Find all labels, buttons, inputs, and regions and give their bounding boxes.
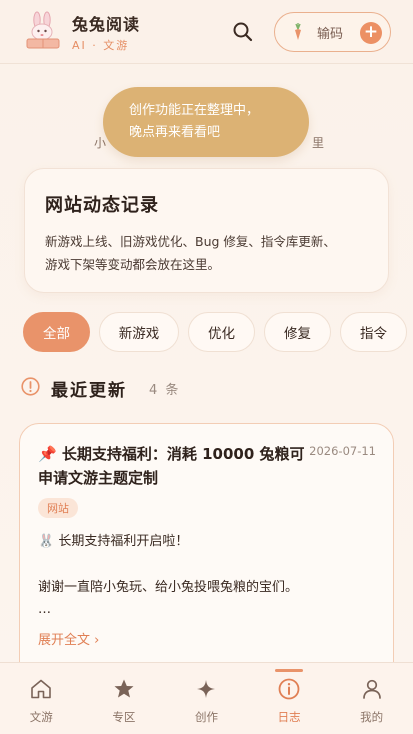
redeem-code-button[interactable]: 输码 + bbox=[274, 12, 391, 52]
bottom-nav: 文游 专区 创作 日志 我的 bbox=[0, 662, 413, 734]
nav-item-me[interactable]: 我的 bbox=[330, 663, 413, 734]
intro-description: 新游戏上线、旧游戏优化、Bug 修复、指令库更新、 游戏下架等变动都会放在这里。 bbox=[45, 230, 368, 276]
section-title: 最近更新 bbox=[51, 381, 127, 401]
intro-desc-line-1: 新游戏上线、旧游戏优化、Bug 修复、指令库更新、 bbox=[45, 234, 336, 249]
redeem-code-label: 输码 bbox=[317, 26, 344, 42]
toast-line-2: 晚点再来看看吧 bbox=[129, 125, 221, 140]
expand-full-text-link[interactable]: 展开全文 › bbox=[38, 629, 375, 648]
carrot-icon bbox=[295, 23, 301, 40]
nav-active-indicator bbox=[275, 669, 304, 672]
nav-item-games[interactable]: 文游 bbox=[0, 663, 83, 734]
nav-item-zone[interactable]: 专区 bbox=[83, 663, 166, 734]
home-icon bbox=[31, 679, 52, 699]
hidden-subtitle-left: 小 bbox=[94, 136, 107, 150]
nav-item-log[interactable]: 日志 bbox=[248, 663, 331, 734]
nav-label-create: 创作 bbox=[194, 710, 218, 724]
nav-label-games: 文游 bbox=[29, 710, 53, 724]
filter-chips: 全部 新游戏 优化 修复 指令 bbox=[23, 312, 407, 352]
brand: 兔兔阅读 AI · 文游 bbox=[72, 11, 140, 53]
filter-chip-all[interactable]: 全部 bbox=[23, 312, 90, 352]
filter-chip-optimize[interactable]: 优化 bbox=[188, 312, 255, 352]
app-header: 兔兔阅读 AI · 文游 输码 + bbox=[0, 0, 413, 64]
post-line-1: 🐰 长期支持福利开启啦！ bbox=[38, 534, 189, 549]
toast-message: 创作功能正在整理中， 晚点再来看看吧 bbox=[103, 87, 309, 157]
section-count: 4 条 bbox=[149, 383, 181, 398]
nav-label-zone: 专区 bbox=[112, 710, 136, 724]
nav-label-log: 日志 bbox=[277, 710, 301, 724]
info-icon bbox=[278, 678, 300, 700]
user-icon bbox=[362, 679, 381, 699]
page: 兔兔阅读 AI · 文游 输码 + 小 里 创作功能正在整理中， 晚点再来看看吧… bbox=[0, 0, 413, 734]
rabbit-logo-icon[interactable] bbox=[22, 11, 64, 53]
post-line-2: 谢谢一直陪小兔玩、给小兔投喂兔粮的宝们。 bbox=[38, 580, 299, 595]
post-ellipsis: … bbox=[38, 602, 51, 617]
post-date: 2026-07-11 bbox=[309, 444, 376, 458]
post-tag: 网站 bbox=[38, 498, 78, 518]
nav-item-create[interactable]: 创作 bbox=[165, 663, 248, 734]
intro-title: 网站动态记录 bbox=[45, 195, 159, 216]
sparkle-icon bbox=[197, 680, 216, 698]
hidden-subtitle-right: 里 bbox=[311, 136, 324, 150]
filter-chip-new-games[interactable]: 新游戏 bbox=[99, 312, 179, 352]
search-icon[interactable] bbox=[231, 20, 255, 44]
intro-card: 网站动态记录 新游戏上线、旧游戏优化、Bug 修复、指令库更新、 游戏下架等变动… bbox=[24, 168, 389, 293]
nav-label-me: 我的 bbox=[360, 710, 384, 724]
intro-desc-line-2: 游戏下架等变动都会放在这里。 bbox=[45, 257, 221, 272]
filter-chip-fix[interactable]: 修复 bbox=[264, 312, 331, 352]
filter-chip-commands[interactable]: 指令 bbox=[340, 312, 407, 352]
plus-icon: + bbox=[360, 22, 382, 44]
brand-subtitle: AI · 文游 bbox=[72, 38, 130, 52]
info-icon bbox=[21, 377, 40, 396]
star-icon bbox=[114, 679, 134, 698]
toast-line-1: 创作功能正在整理中， bbox=[129, 103, 260, 118]
post-title[interactable]: 📌 长期支持福利：消耗 10000 兔粮可申请文游主题定制 bbox=[38, 442, 308, 490]
brand-title: 兔兔阅读 bbox=[72, 14, 141, 34]
